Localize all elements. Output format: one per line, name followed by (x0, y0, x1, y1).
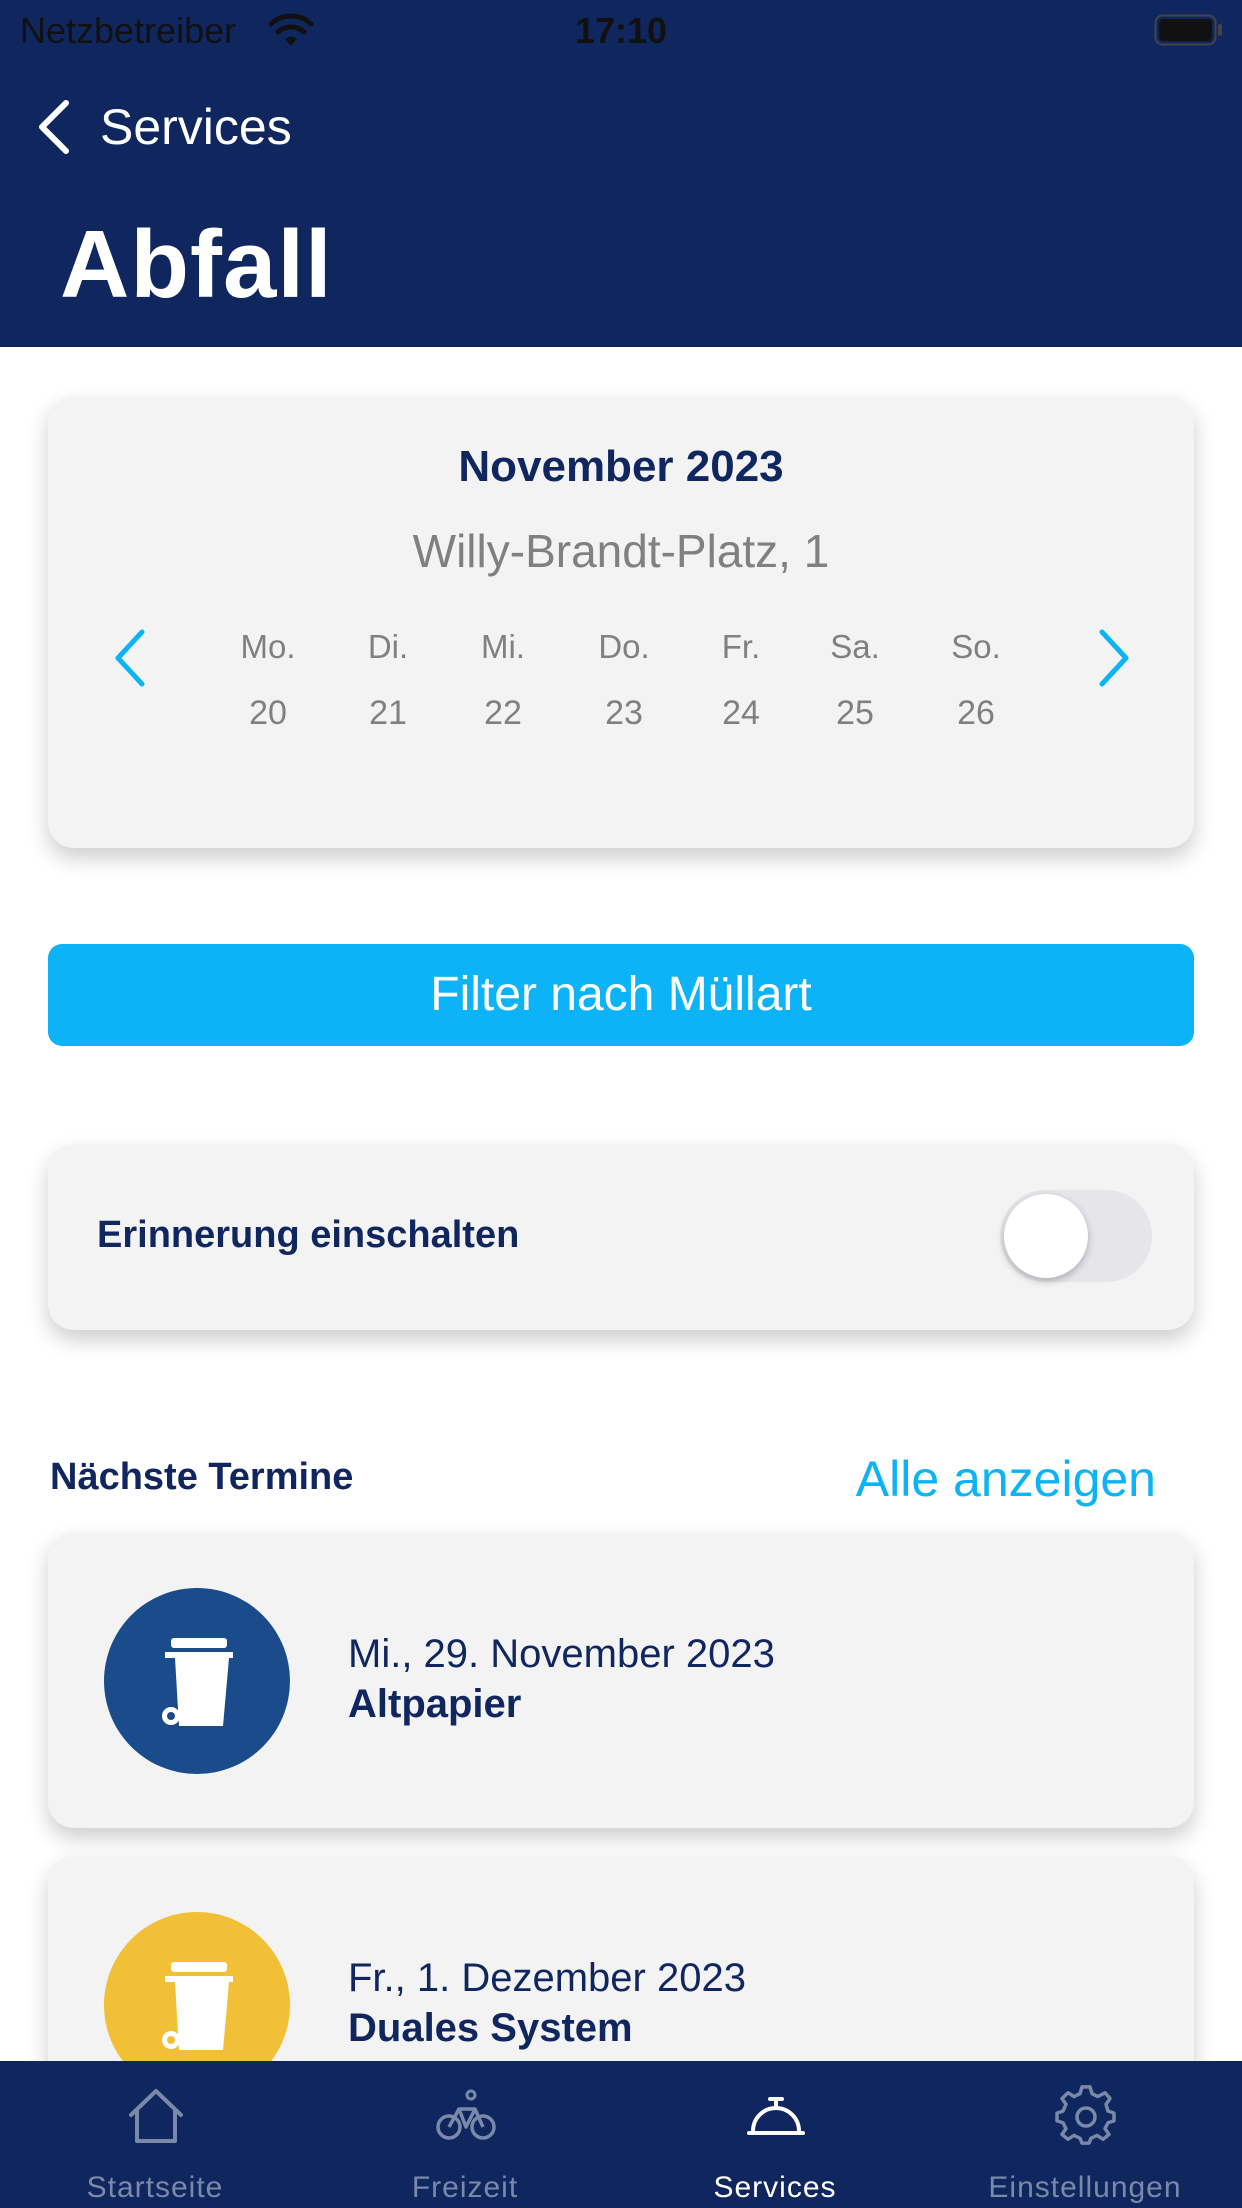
day-date: 20 (249, 694, 287, 732)
calendar-day-mo[interactable]: Mo. 20 (218, 628, 318, 733)
tab-einstellungen[interactable]: Einstellungen (930, 2061, 1240, 2208)
tab-label: Services (713, 2171, 837, 2204)
show-all-link[interactable]: Alle anzeigen (856, 1450, 1156, 1508)
back-button[interactable]: Services (34, 92, 292, 162)
filter-button[interactable]: Filter nach Müllart (48, 944, 1194, 1046)
reminder-toggle[interactable] (1000, 1190, 1152, 1282)
reminder-label: Erinnerung einschalten (97, 1214, 520, 1256)
header: Netzbetreiber 17:10 Services Abfall (0, 0, 1242, 347)
day-name: Sa. (830, 628, 880, 665)
trash-bin-icon (104, 1588, 290, 1774)
event-date: Mi., 29. November 2023 (348, 1632, 775, 1676)
chevron-right-icon[interactable] (1092, 626, 1136, 690)
bicycle-icon (436, 2089, 496, 2140)
tab-services[interactable]: Services (620, 2061, 930, 2208)
gear-icon (1055, 2085, 1116, 2145)
calendar-address: Willy-Brandt-Platz, 1 (412, 525, 830, 577)
calendar-day-di[interactable]: Di. 21 (338, 628, 438, 733)
tab-freizeit[interactable]: Freizeit (310, 2061, 620, 2208)
calendar-card: November 2023 Willy-Brandt-Platz, 1 Mo. … (48, 396, 1194, 848)
tab-label: Freizeit (411, 2171, 519, 2204)
day-name: Mo. (240, 628, 296, 665)
day-date: 22 (484, 694, 522, 732)
calendar-day-do[interactable]: Do. 23 (574, 628, 674, 733)
tab-startseite[interactable]: Startseite (0, 2061, 310, 2208)
day-name: Di. (367, 628, 409, 665)
battery-icon (1154, 14, 1222, 46)
tab-label: Startseite (86, 2171, 224, 2204)
day-date: 23 (605, 694, 643, 732)
day-name: So. (951, 628, 1001, 665)
chevron-left-icon (39, 100, 69, 154)
day-date: 21 (369, 694, 407, 732)
event-type: Altpapier (348, 1682, 522, 1726)
toggle-knob (1004, 1194, 1088, 1278)
service-bell-icon (747, 2097, 805, 2135)
event-date: Fr., 1. Dezember 2023 (348, 1956, 746, 2000)
day-date: 24 (722, 694, 760, 732)
event-card[interactable]: Mi., 29. November 2023 Altpapier (48, 1532, 1194, 1828)
screen: Netzbetreiber 17:10 Services Abfall Nove… (0, 0, 1242, 2208)
chevron-left-icon[interactable] (108, 626, 152, 690)
tab-label: Einstellungen (988, 2171, 1182, 2204)
calendar-day-so[interactable]: So. 26 (926, 628, 1026, 733)
calendar-day-fr[interactable]: Fr. 24 (691, 628, 791, 733)
reminder-card: Erinnerung einschalten (48, 1144, 1194, 1330)
status-bar: Netzbetreiber 17:10 (0, 0, 1242, 62)
back-label: Services (100, 99, 292, 155)
event-type: Duales System (348, 2006, 633, 2050)
calendar-day-mi[interactable]: Mi. 22 (453, 628, 553, 733)
day-name: Fr. (721, 628, 761, 665)
day-date: 26 (957, 694, 995, 732)
calendar-month: November 2023 (458, 442, 784, 491)
tab-bar: Startseite Freizeit Services Einstellung… (0, 2061, 1242, 2208)
day-date: 25 (836, 694, 874, 732)
day-name: Do. (598, 628, 650, 665)
day-name: Mi. (481, 628, 525, 665)
section-title: Nächste Termine (50, 1456, 354, 1498)
calendar-day-sa[interactable]: Sa. 25 (805, 628, 905, 733)
page-title: Abfall (60, 211, 333, 318)
home-icon (129, 2089, 183, 2143)
status-time: 17:10 (574, 10, 668, 51)
